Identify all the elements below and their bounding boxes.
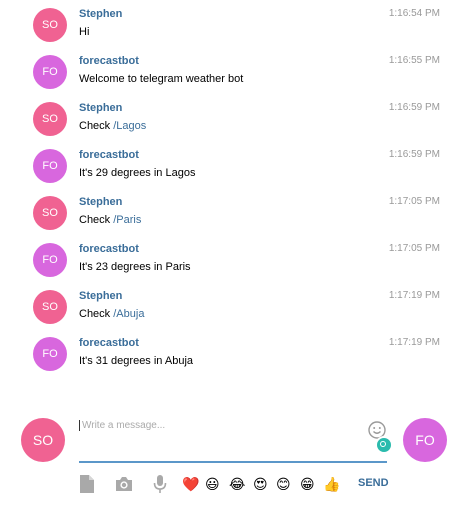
blush-emoji[interactable]: 😊 <box>276 472 291 496</box>
message-composer: SO FO <box>0 412 474 506</box>
sender-name[interactable]: forecastbot <box>79 55 139 67</box>
sender-name[interactable]: forecastbot <box>79 149 139 161</box>
message-item: SO Stephen 1:17:05 PM Check /Paris <box>0 196 474 243</box>
bot-command-link[interactable]: /Lagos <box>113 120 146 132</box>
message-text: Check /Abuja <box>79 308 145 320</box>
message-input[interactable] <box>79 420 362 431</box>
timestamp: 1:16:59 PM <box>388 149 440 160</box>
timestamp: 1:16:59 PM <box>388 102 440 113</box>
avatar[interactable]: SO <box>33 196 67 230</box>
sender-name[interactable]: Stephen <box>79 290 122 302</box>
sender-name[interactable]: forecastbot <box>79 243 139 255</box>
tears-of-joy-emoji[interactable]: 😂 <box>229 472 245 496</box>
microphone-icon[interactable] <box>150 474 170 494</box>
my-avatar[interactable]: SO <box>21 418 65 462</box>
sender-name[interactable]: forecastbot <box>79 337 139 349</box>
message-item: SO Stephen 1:17:19 PM Check /Abuja <box>0 290 474 337</box>
timestamp: 1:17:05 PM <box>388 243 440 254</box>
message-text: Check /Lagos <box>79 120 147 132</box>
timestamp: 1:17:05 PM <box>388 196 440 207</box>
avatar[interactable]: FO <box>33 149 67 183</box>
timestamp: 1:17:19 PM <box>388 290 440 301</box>
timestamp: 1:16:54 PM <box>388 8 440 19</box>
send-button[interactable]: SEND <box>358 477 389 489</box>
heart-eyes-emoji[interactable]: 😍 <box>253 472 268 496</box>
bot-command-link[interactable]: /Paris <box>113 214 141 226</box>
avatar[interactable]: SO <box>33 102 67 136</box>
message-item: FO forecastbot 1:17:05 PM It's 23 degree… <box>0 243 474 290</box>
message-text: It's 23 degrees in Paris <box>79 261 191 273</box>
composer-toolbar: ❤️ 😃 😂 😍 😊 😁 👍 SEND <box>0 472 474 496</box>
file-icon[interactable] <box>77 474 97 494</box>
timestamp: 1:16:55 PM <box>388 55 440 66</box>
sender-name[interactable]: Stephen <box>79 102 122 114</box>
avatar[interactable]: FO <box>33 243 67 277</box>
avatar[interactable]: FO <box>33 337 67 371</box>
grammar-check-icon[interactable] <box>375 436 393 454</box>
avatar[interactable]: SO <box>33 290 67 324</box>
message-input-area <box>79 416 393 463</box>
message-item: SO Stephen 1:16:54 PM Hi <box>0 8 474 55</box>
smiley-emoji[interactable]: 😃 <box>205 472 220 496</box>
message-text: It's 29 degrees in Lagos <box>79 167 196 179</box>
peer-avatar[interactable]: FO <box>403 418 447 462</box>
sender-name[interactable]: Stephen <box>79 196 122 208</box>
message-item: FO forecastbot 1:17:19 PM It's 31 degree… <box>0 337 474 384</box>
message-text: Hi <box>79 26 90 38</box>
message-text: Welcome to telegram weather bot <box>79 73 244 85</box>
thumbs-up-emoji[interactable]: 👍 <box>323 472 340 496</box>
message-item: SO Stephen 1:16:59 PM Check /Lagos <box>0 102 474 149</box>
message-text: Check /Paris <box>79 214 142 226</box>
bot-command-link[interactable]: /Abuja <box>113 308 144 320</box>
message-text: It's 31 degrees in Abuja <box>79 355 194 367</box>
message-item: FO forecastbot 1:16:59 PM It's 29 degree… <box>0 149 474 196</box>
avatar[interactable]: FO <box>33 55 67 89</box>
avatar[interactable]: SO <box>33 8 67 42</box>
grin-emoji[interactable]: 😁 <box>300 472 315 496</box>
timestamp: 1:17:19 PM <box>388 337 440 348</box>
camera-icon[interactable] <box>114 474 134 494</box>
heart-emoji[interactable]: ❤️ <box>182 472 199 496</box>
message-item: FO forecastbot 1:16:55 PM Welcome to tel… <box>0 55 474 102</box>
sender-name[interactable]: Stephen <box>79 8 122 20</box>
